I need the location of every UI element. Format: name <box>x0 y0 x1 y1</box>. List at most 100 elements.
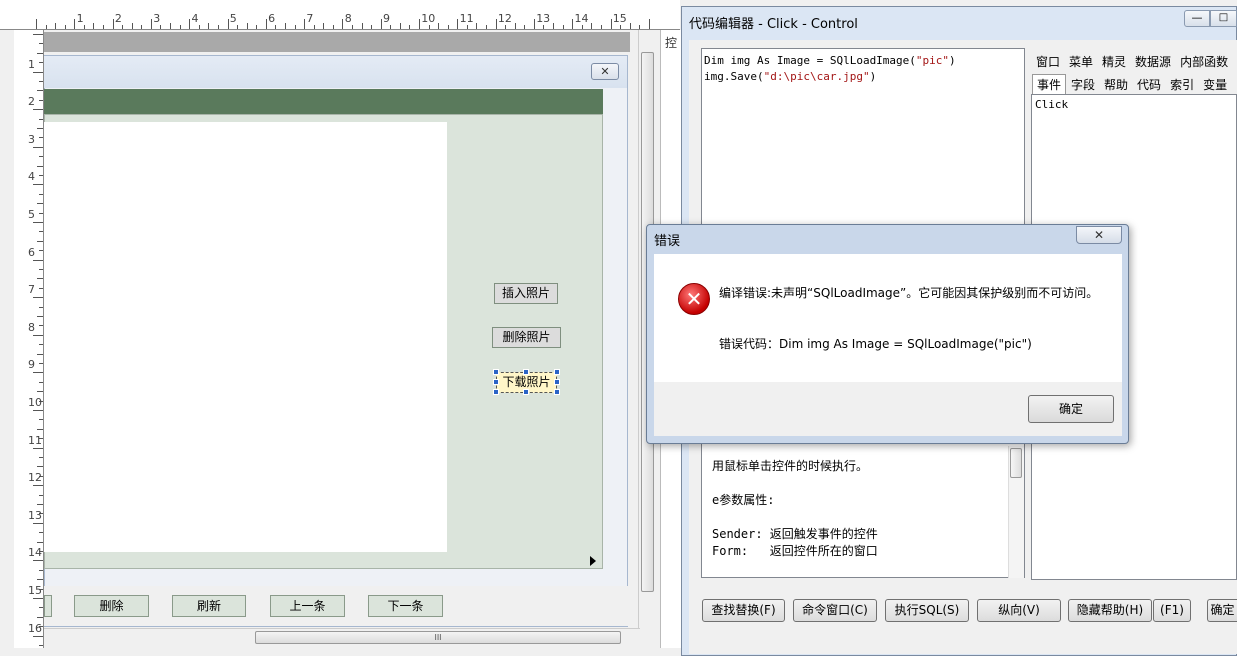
ruler-number: 6 <box>268 12 276 25</box>
selection-handle[interactable] <box>523 369 529 375</box>
nav-button-partial[interactable] <box>44 595 52 617</box>
ruler-tick <box>543 25 545 29</box>
find-replace-button[interactable]: 查找替换(F) <box>702 599 785 622</box>
command-window-button[interactable]: 命令窗口(C) <box>793 599 877 622</box>
ruler-tick <box>33 146 43 148</box>
ruler-tick <box>93 23 95 29</box>
error-dialog-body <box>654 254 1122 382</box>
ruler-number: 15 <box>612 12 627 25</box>
help-scroll-thumb[interactable] <box>1010 448 1022 478</box>
ruler-tick <box>33 410 43 411</box>
confirm-button[interactable]: 确定 <box>1207 599 1237 622</box>
ruler-number: 14 <box>28 546 42 560</box>
tab-menu[interactable]: 菜单 <box>1065 52 1097 71</box>
ruler-tick <box>33 372 43 374</box>
selection-handle[interactable] <box>554 369 560 375</box>
selection-handle[interactable] <box>493 389 499 395</box>
tab-builtin-functions[interactable]: 内部函数 <box>1176 52 1232 71</box>
tab-code[interactable]: 代码 <box>1133 75 1165 94</box>
ruler-tick <box>37 203 43 205</box>
ruler-tick <box>37 128 43 129</box>
ruler-tick <box>33 109 43 111</box>
next-record-button[interactable]: 下一条 <box>368 595 443 617</box>
ruler-tick <box>351 25 353 29</box>
hide-help-button[interactable]: 隐藏帮助(H) <box>1068 599 1152 622</box>
ruler-tick <box>380 19 382 29</box>
top-ruler: 1 2 3 4 5 6 7 8 9 10 11 12 13 14 15 <box>0 0 680 30</box>
ruler-tick <box>39 287 43 289</box>
ruler-tick <box>227 19 229 29</box>
ruler-tick <box>217 25 219 29</box>
ruler-tick <box>342 19 344 29</box>
f1-help-button[interactable]: (F1) <box>1153 599 1191 622</box>
form-close-button[interactable]: ✕ <box>591 63 619 80</box>
ruler-tick <box>313 25 315 29</box>
tab-index[interactable]: 索引 <box>1166 75 1198 94</box>
ruler-tick <box>39 250 43 252</box>
ruler-tick <box>33 34 43 35</box>
ruler-tick <box>39 607 43 609</box>
ruler-tick <box>74 19 76 29</box>
selection-handle[interactable] <box>554 379 560 385</box>
ruler-tick <box>428 25 430 29</box>
insert-photo-button[interactable]: 插入照片 <box>494 283 558 304</box>
tab-events[interactable]: 事件 <box>1032 74 1067 94</box>
ruler-tick <box>476 23 478 29</box>
ruler-number: 12 <box>497 12 512 25</box>
play-arrow-icon[interactable] <box>590 556 596 566</box>
ruler-tick <box>648 19 650 29</box>
tab-help[interactable]: 帮助 <box>1100 75 1132 94</box>
selection-handle[interactable] <box>523 389 529 395</box>
ruler-tick <box>533 19 535 29</box>
ruler-number: 15 <box>28 584 42 597</box>
delete-photo-button[interactable]: 删除照片 <box>492 327 561 348</box>
code-text: Dim img As Image = SQlLoadImage( <box>704 54 916 67</box>
ruler-number: 2 <box>28 95 35 109</box>
error-dialog-close-button[interactable]: ✕ <box>1076 226 1122 244</box>
image-box[interactable] <box>44 122 447 552</box>
selection-handle[interactable] <box>554 389 560 395</box>
ruler-tick <box>562 25 564 29</box>
ruler-tick <box>37 541 43 543</box>
ruler-tick <box>409 25 411 29</box>
ok-button[interactable]: 确定 <box>1028 395 1114 423</box>
tab-wizard[interactable]: 精灵 <box>1098 52 1130 71</box>
code-line: img.Save("d:\pic\car.jpg") <box>704 69 1022 85</box>
ruler-tick <box>39 645 43 646</box>
ruler-tick <box>33 334 43 336</box>
ruler-tick <box>629 23 631 29</box>
ruler-number: 10 <box>421 12 436 25</box>
refresh-button[interactable]: 刷新 <box>172 595 246 617</box>
selection-handle[interactable] <box>493 369 499 375</box>
tab-variables[interactable]: 变量 <box>1199 75 1231 94</box>
ruler-tick <box>591 23 593 29</box>
tab-fields[interactable]: 字段 <box>1067 75 1099 94</box>
tab-datasource[interactable]: 数据源 <box>1131 52 1175 71</box>
ruler-tick <box>33 259 43 261</box>
close-icon: ✕ <box>1093 228 1105 242</box>
ruler-tick <box>37 504 43 505</box>
ruler-tick <box>33 485 43 487</box>
ruler-tick <box>37 240 43 242</box>
prev-record-button[interactable]: 上一条 <box>270 595 345 617</box>
maximize-button[interactable]: □ <box>1210 10 1237 27</box>
delete-button[interactable]: 删除 <box>74 595 149 617</box>
ruler-tick <box>122 25 124 29</box>
ruler-tick <box>37 353 43 355</box>
ruler-tick <box>246 23 248 29</box>
vertical-layout-button[interactable]: 纵向(V) <box>977 599 1061 622</box>
ruler-tick <box>323 23 325 29</box>
ruler-tick <box>37 90 43 92</box>
tab-window[interactable]: 窗口 <box>1032 52 1064 71</box>
ruler-number: 2 <box>114 12 122 25</box>
horizontal-scroll-thumb[interactable]: III <box>255 631 621 644</box>
ruler-tick <box>39 43 43 45</box>
list-item[interactable]: Click <box>1035 98 1233 111</box>
ruler-tick <box>39 62 43 64</box>
selection-handle[interactable] <box>493 379 499 385</box>
ruler-tick <box>33 222 43 223</box>
error-code-text: 错误代码：Dim img As Image = SQlLoadImage("pi… <box>719 337 1032 351</box>
minimize-button[interactable]: — <box>1184 10 1210 27</box>
execute-sql-button[interactable]: 执行SQL(S) <box>885 599 969 622</box>
code-editor-title: 代码编辑器 - Click - Control <box>689 17 858 32</box>
